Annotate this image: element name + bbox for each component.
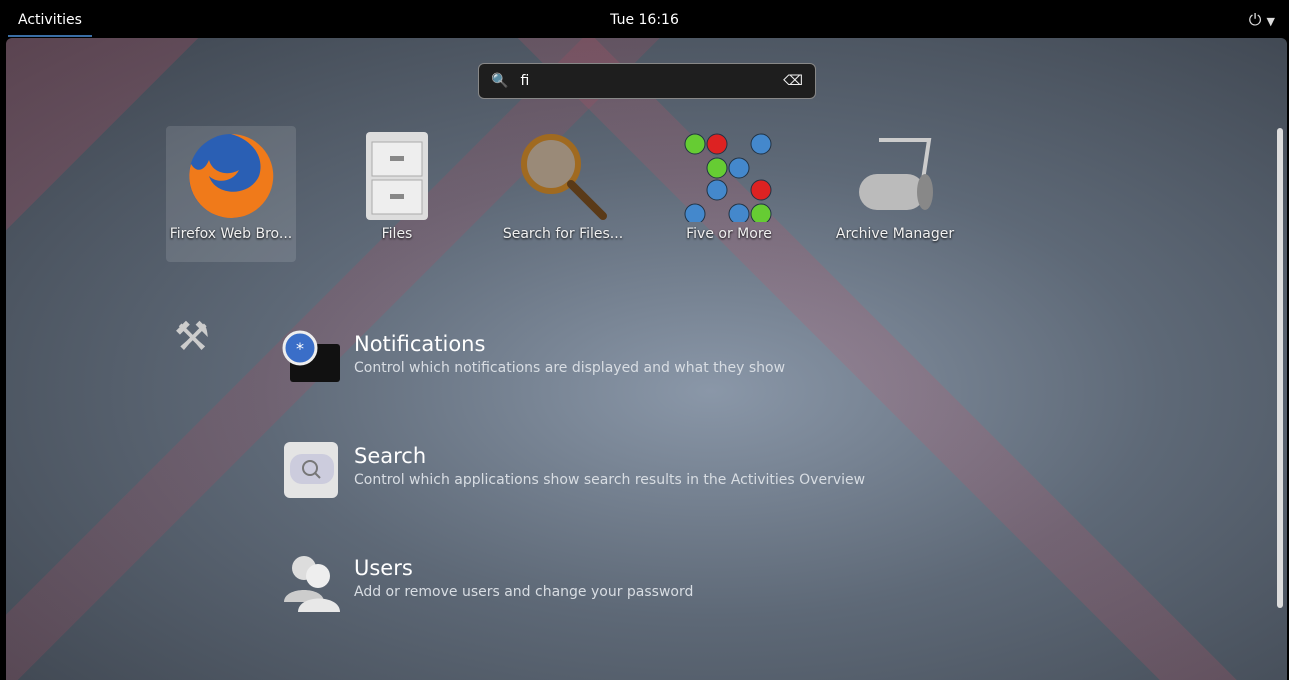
setting-description: Add or remove users and change your pass… xyxy=(354,584,694,600)
notifications-icon: * xyxy=(282,330,340,382)
setting-title: Search xyxy=(354,444,427,468)
balls-icon xyxy=(684,133,772,222)
app-five-or-more[interactable]: Five or More xyxy=(664,126,794,262)
app-label: Archive Manager xyxy=(835,226,955,242)
app-label: Firefox Web Bro... xyxy=(169,226,293,242)
top-bar: Activities Tue 16:16 ⏻ ▼ xyxy=(0,0,1289,38)
power-icon: ⏻ xyxy=(1248,10,1262,29)
search-box[interactable]: 🔍 ⌫ xyxy=(478,63,816,99)
app-label: Files xyxy=(381,226,413,242)
setting-notifications[interactable]: * Notifications Control which notificatio… xyxy=(282,328,785,388)
system-menu[interactable]: ⏻ ▼ xyxy=(1249,10,1275,30)
search-input[interactable] xyxy=(520,73,784,89)
file-cabinet-icon xyxy=(366,132,428,220)
app-archive-manager[interactable]: Archive Manager xyxy=(830,126,960,262)
chevron-down-icon: ▼ xyxy=(1266,15,1275,28)
app-search-for-files[interactable]: Search for Files... xyxy=(498,126,628,262)
tools-icon[interactable]: ⚒ xyxy=(174,314,210,360)
setting-title: Users xyxy=(354,556,413,580)
activities-overview: 🔍 ⌫ Firefox Web Bro... Files Search for … xyxy=(6,38,1287,680)
firefox-icon xyxy=(189,133,274,218)
setting-description: Control which notifications are displaye… xyxy=(354,360,786,376)
svg-text:*: * xyxy=(296,339,304,358)
archive-roller-icon xyxy=(859,138,933,210)
clear-icon[interactable]: ⌫ xyxy=(783,73,803,89)
clock[interactable]: Tue 16:16 xyxy=(610,12,679,28)
scrollbar[interactable] xyxy=(1277,128,1283,608)
setting-description: Control which applications show search r… xyxy=(354,472,866,488)
setting-search[interactable]: Search Control which applications show se… xyxy=(282,440,865,500)
app-label: Search for Files... xyxy=(502,226,624,242)
app-firefox[interactable]: Firefox Web Bro... xyxy=(166,126,296,262)
setting-title: Notifications xyxy=(354,332,486,356)
setting-users[interactable]: Users Add or remove users and change your… xyxy=(282,552,693,612)
users-icon xyxy=(284,556,340,612)
activities-button[interactable]: Activities xyxy=(8,0,92,37)
search-icon: 🔍 xyxy=(491,73,509,89)
search-settings-icon xyxy=(284,442,338,498)
app-files[interactable]: Files xyxy=(332,126,462,262)
app-label: Five or More xyxy=(686,226,772,242)
magnifier-icon xyxy=(521,134,607,220)
